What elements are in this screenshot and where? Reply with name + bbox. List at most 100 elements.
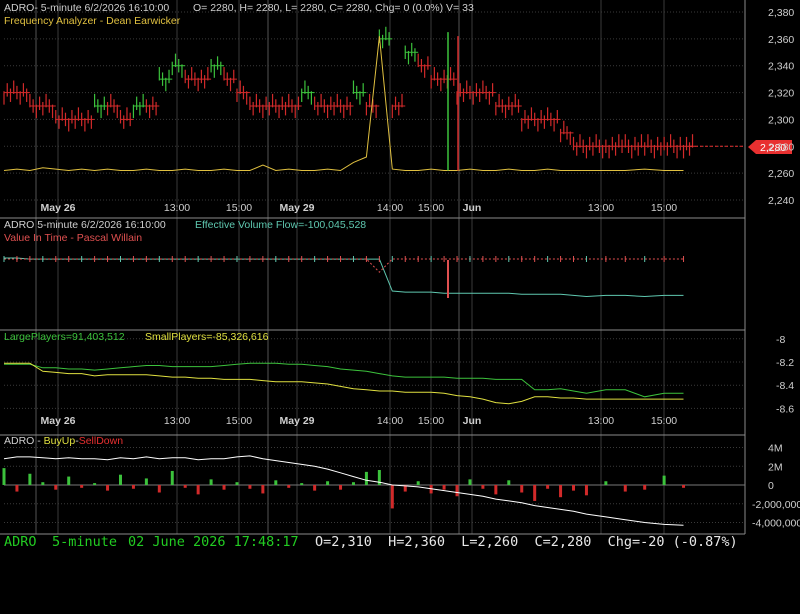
- small-players-label: SmallPlayers=-85,326,616: [145, 331, 269, 343]
- selldown-bar: [455, 485, 459, 497]
- buyup-bar: [235, 482, 239, 485]
- status-bar: ADRO 5-minute 02 June 2026 17:48:17 O=2,…: [0, 534, 800, 556]
- selldown-bar: [533, 485, 537, 501]
- buyup-bar: [507, 480, 511, 485]
- status-ohlc: O=2,310 H=2,360 L=2,260 C=2,280 Chg=-20 …: [315, 534, 738, 550]
- x-axis-tick-label: 13:00: [164, 415, 190, 427]
- y-axis-tick-label: 4M: [768, 443, 783, 455]
- buyup-bar: [300, 483, 304, 485]
- buyup-bar: [209, 479, 213, 485]
- selldown-bar: [248, 485, 252, 489]
- selldown-name: SellDown: [79, 435, 124, 447]
- selldown-bar: [481, 485, 485, 489]
- buyup-name: BuyUp: [44, 435, 76, 447]
- buyup-prefix: ADRO -: [4, 435, 44, 447]
- buyup-bar: [28, 473, 32, 485]
- x-axis-tick-label: 13:00: [588, 202, 614, 214]
- selldown-bar: [313, 485, 317, 491]
- buyup-bar: [170, 470, 174, 485]
- buyup-bar: [326, 481, 330, 485]
- x-axis-tick-label: 15:00: [651, 415, 677, 427]
- x-axis-tick-label: 13:00: [588, 415, 614, 427]
- y-axis-tick-label: 2,340: [768, 61, 794, 73]
- selldown-bar: [261, 485, 265, 494]
- x-axis-tick-label: 14:00: [377, 415, 403, 427]
- x-axis-tick-label: May 26: [40, 202, 75, 214]
- y-axis-tick-label: -8.6: [776, 403, 794, 415]
- selldown-bar: [157, 485, 161, 493]
- selldown-bar: [222, 485, 226, 490]
- selldown-bar: [80, 485, 84, 488]
- buyup-bar: [662, 475, 666, 485]
- selldown-bar: [559, 485, 563, 498]
- chart-canvas: ADRO- 5-minute 6/2/2026 16:10:00 O= 2280…: [0, 0, 800, 562]
- status-datetime: 02 June 2026 17:48:17: [128, 534, 299, 550]
- y-axis-tick-label: 0: [768, 480, 774, 492]
- y-axis-tick-label: 2,280: [768, 141, 794, 153]
- buyup-bar: [416, 481, 420, 485]
- selldown-bar: [15, 485, 19, 492]
- x-axis-tick-label: 15:00: [418, 202, 444, 214]
- volume-flow-header-prefix: ADRO 5-minute 6/2/2026 16:10:00: [4, 219, 166, 231]
- selldown-bar: [584, 485, 588, 496]
- buyup-bar: [41, 482, 45, 485]
- status-interval: 5-minute: [52, 534, 118, 550]
- x-axis-tick-label: May 29: [279, 415, 314, 427]
- y-axis-tick-label: 2M: [768, 461, 783, 473]
- buyup-bar: [118, 474, 122, 485]
- x-axis-tick-label: May 29: [279, 202, 314, 214]
- y-axis-tick-label: -2,000,000: [752, 499, 800, 511]
- y-axis-tick-label: 2,380: [768, 7, 794, 19]
- status-symbol: ADRO: [4, 534, 37, 550]
- value-in-time-label: Value In Time - Pascal Willain: [4, 232, 142, 244]
- x-axis-tick-label: Jun: [463, 202, 482, 214]
- y-axis-tick-label: 2,300: [768, 114, 794, 126]
- buyup-bar: [364, 471, 368, 485]
- y-axis-tick-label: -8.2: [776, 357, 794, 369]
- selldown-bar: [339, 485, 343, 490]
- x-axis-tick-label: May 26: [40, 415, 75, 427]
- selldown-bar: [682, 485, 686, 488]
- buyup-bar: [2, 468, 6, 485]
- y-axis-tick-label: -8.4: [776, 380, 794, 392]
- y-axis-tick-label: 2,360: [768, 34, 794, 46]
- x-axis-tick-label: 15:00: [418, 415, 444, 427]
- selldown-bar: [442, 485, 446, 490]
- y-axis-tick-label: -4,000,000: [752, 518, 800, 530]
- y-axis-tick-label: 2,320: [768, 88, 794, 100]
- x-axis-tick-label: 13:00: [164, 202, 190, 214]
- x-axis-tick-label: Jun: [463, 415, 482, 427]
- selldown-bar: [131, 485, 135, 489]
- x-axis-tick-label: 15:00: [651, 202, 677, 214]
- effective-volume-flow-label: Effective Volume Flow=-100,045,528: [195, 219, 366, 231]
- y-axis-tick-label: 2,260: [768, 168, 794, 180]
- x-axis-tick-label: 14:00: [377, 202, 403, 214]
- buyup-bar: [468, 479, 472, 485]
- selldown-bar: [183, 485, 187, 488]
- x-axis-tick-label: 15:00: [226, 415, 252, 427]
- selldown-bar: [546, 485, 550, 489]
- y-axis-tick-label: -8: [776, 334, 785, 346]
- selldown-bar: [106, 485, 110, 491]
- selldown-bar: [390, 485, 394, 509]
- price-header-prefix: ADRO- 5-minute 6/2/2026 16:10:00: [4, 2, 169, 14]
- x-axis-tick-label: 15:00: [226, 202, 252, 214]
- buyup-bar: [604, 481, 608, 485]
- selldown-bar: [494, 485, 498, 495]
- buyup-label: ADRO - BuyUp-SellDown: [4, 435, 123, 447]
- selldown-bar: [287, 485, 291, 488]
- selldown-bar: [196, 485, 200, 495]
- frequency-analyzer-label: Frequency Analyzer - Dean Earwicker: [4, 15, 181, 27]
- large-players-label: LargePlayers=91,403,512: [4, 331, 125, 343]
- buyup-bar: [93, 483, 97, 485]
- buyup-bar: [144, 478, 148, 485]
- selldown-bar: [623, 485, 627, 492]
- selldown-bar: [520, 485, 524, 493]
- buyup-bar: [274, 480, 278, 485]
- selldown-bar: [643, 485, 647, 490]
- price-header-values: O= 2280, H= 2280, L= 2280, C= 2280, Chg=…: [193, 2, 474, 14]
- selldown-bar: [54, 485, 58, 490]
- y-axis-tick-label: 2,240: [768, 195, 794, 207]
- selldown-bar: [572, 485, 576, 491]
- buyup-bar: [351, 482, 355, 485]
